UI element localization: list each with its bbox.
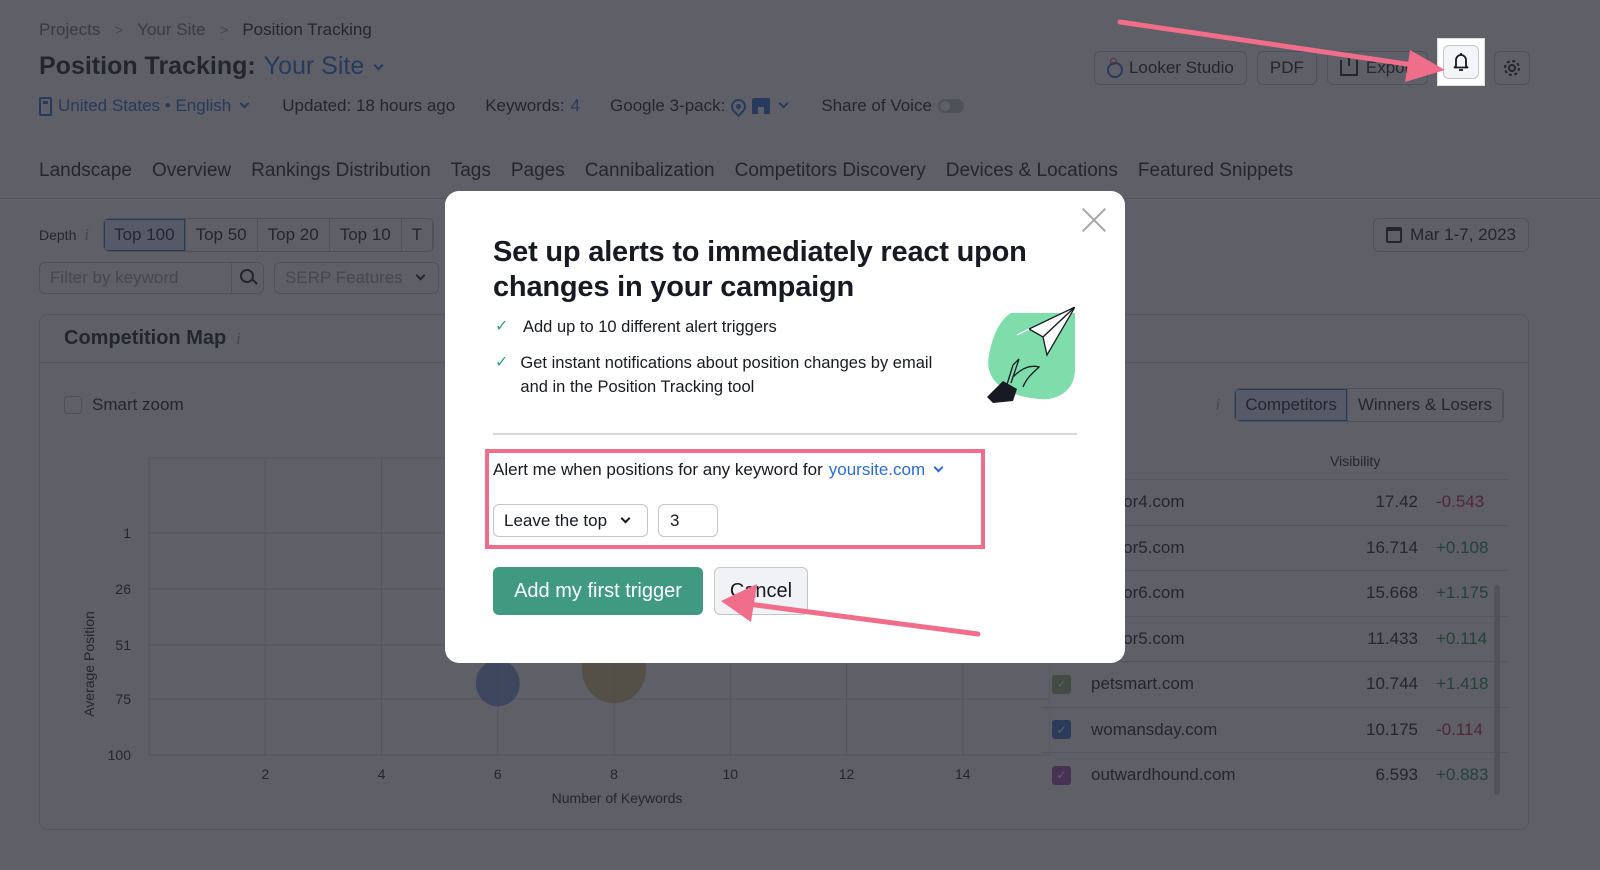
- highlighted-bell: [1438, 39, 1484, 85]
- modal-divider: [493, 433, 1077, 435]
- benefit-item: ✓ Get instant notifications about positio…: [495, 351, 945, 399]
- chevron-down-icon[interactable]: [933, 462, 944, 473]
- alert-condition-text: Alert me when positions for any keyword …: [493, 460, 946, 480]
- check-icon: ✓: [495, 354, 509, 371]
- bell-highlight: [1438, 39, 1484, 85]
- benefit-item: ✓ Add up to 10 different alert triggers: [495, 315, 945, 339]
- benefit-text: Get instant notifications about position…: [520, 354, 933, 396]
- position-tracking-page: Projects > Your Site > Position Tracking…: [0, 0, 1600, 870]
- paper-plane-illustration: [987, 307, 1075, 403]
- alert-text: Alert me when positions for any keyword …: [493, 460, 823, 479]
- close-icon[interactable]: [1081, 207, 1107, 233]
- notifications-button[interactable]: [1443, 45, 1479, 79]
- benefit-text: Add up to 10 different alert triggers: [523, 318, 777, 336]
- modal-benefits: ✓ Add up to 10 different alert triggers ✓…: [495, 315, 945, 411]
- cancel-button[interactable]: Cancel: [714, 567, 808, 615]
- alert-domain-selector[interactable]: yoursite.com: [829, 460, 925, 480]
- alerts-modal: Set up alerts to immediately react upon …: [445, 191, 1125, 663]
- condition-value: Leave the top: [504, 510, 608, 530]
- bell-icon: [1453, 53, 1469, 71]
- threshold-input[interactable]: 3: [658, 504, 718, 537]
- add-first-trigger-button[interactable]: Add my first trigger: [493, 567, 703, 615]
- check-icon: ✓: [495, 318, 509, 335]
- chevron-down-icon: [620, 513, 631, 523]
- modal-title: Set up alerts to immediately react upon …: [493, 236, 1027, 303]
- condition-select[interactable]: Leave the top: [493, 504, 648, 537]
